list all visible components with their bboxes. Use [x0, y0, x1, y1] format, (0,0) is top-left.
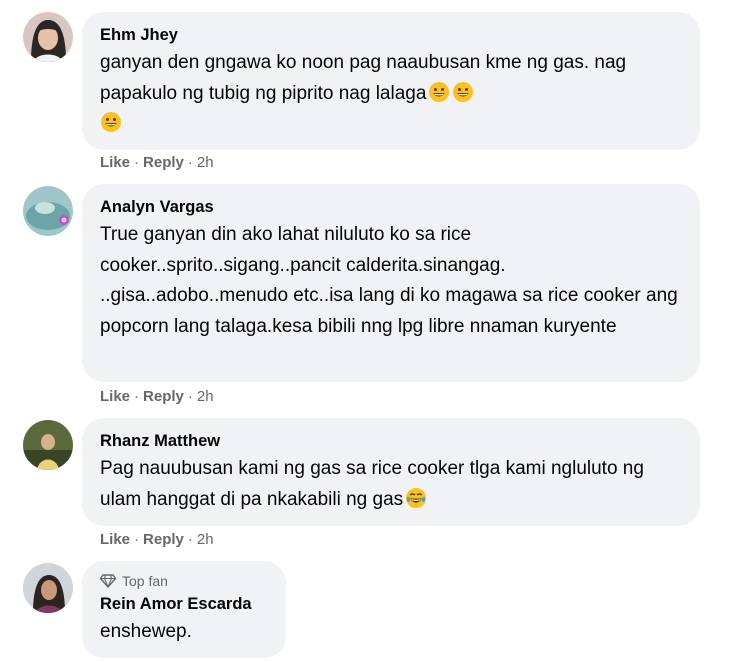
timestamp[interactable]: 2h	[197, 388, 214, 405]
like-button[interactable]: Like	[100, 531, 130, 548]
like-button[interactable]: Like	[100, 154, 130, 171]
avatar[interactable]	[23, 186, 73, 236]
author-name[interactable]: Ehm Jhey	[100, 25, 682, 45]
separator: ·	[187, 154, 193, 171]
author-name[interactable]: Rhanz Matthew	[100, 431, 682, 451]
comment-text: Pag nauubusan kami ng gas sa rice cooker…	[100, 454, 682, 515]
comment-bubble: Analyn Vargas True ganyan din ako lahat …	[82, 184, 700, 382]
like-button[interactable]: Like	[100, 388, 130, 405]
avatar[interactable]	[23, 563, 73, 613]
comment-text: ganyan den gngawa ko noon pag naaubusan …	[100, 48, 682, 140]
comment-bubble: Rhanz Matthew Pag nauubusan kami ng gas …	[82, 418, 700, 526]
separator: ·	[134, 531, 140, 548]
timestamp[interactable]: 2h	[197, 531, 214, 548]
tears-of-joy-icon	[406, 487, 427, 508]
diamond-icon	[100, 574, 116, 588]
comment-body: ganyan den gngawa ko noon pag naaubusan …	[100, 52, 627, 104]
separator: ·	[187, 531, 193, 548]
reply-button[interactable]: Reply	[143, 154, 184, 171]
author-name[interactable]: Analyn Vargas	[100, 197, 682, 217]
grinning-face-icon	[429, 81, 450, 102]
avatar[interactable]	[23, 420, 73, 470]
comment-bubble: Ehm Jhey ganyan den gngawa ko noon pag n…	[82, 12, 700, 150]
separator: ·	[134, 388, 140, 405]
separator: ·	[187, 388, 193, 405]
separator: ·	[134, 154, 140, 171]
reply-button[interactable]: Reply	[143, 388, 184, 405]
comment-bubble: Top fan Rein Amor Escarda enshewep.	[82, 561, 286, 658]
comment-body: Pag nauubusan kami ng gas sa rice cooker…	[100, 458, 644, 510]
avatar[interactable]	[23, 12, 73, 62]
grinning-face-icon	[453, 81, 474, 102]
reply-button[interactable]: Reply	[143, 531, 184, 548]
top-fan-badge: Top fan	[100, 572, 268, 590]
comment-actions: Like · Reply · 2h	[100, 387, 214, 407]
author-name[interactable]: Rein Amor Escarda	[100, 594, 268, 614]
grinning-face-icon	[101, 112, 121, 132]
comment-body: enshewep.	[100, 621, 192, 642]
badge-label: Top fan	[122, 573, 168, 589]
comment-actions: Like · Reply · 2h	[100, 153, 214, 173]
timestamp[interactable]: 2h	[197, 154, 214, 171]
comment-body: True ganyan din ako lahat niluluto ko sa…	[100, 224, 678, 337]
comment-actions: Like · Reply · 2h	[100, 530, 214, 550]
